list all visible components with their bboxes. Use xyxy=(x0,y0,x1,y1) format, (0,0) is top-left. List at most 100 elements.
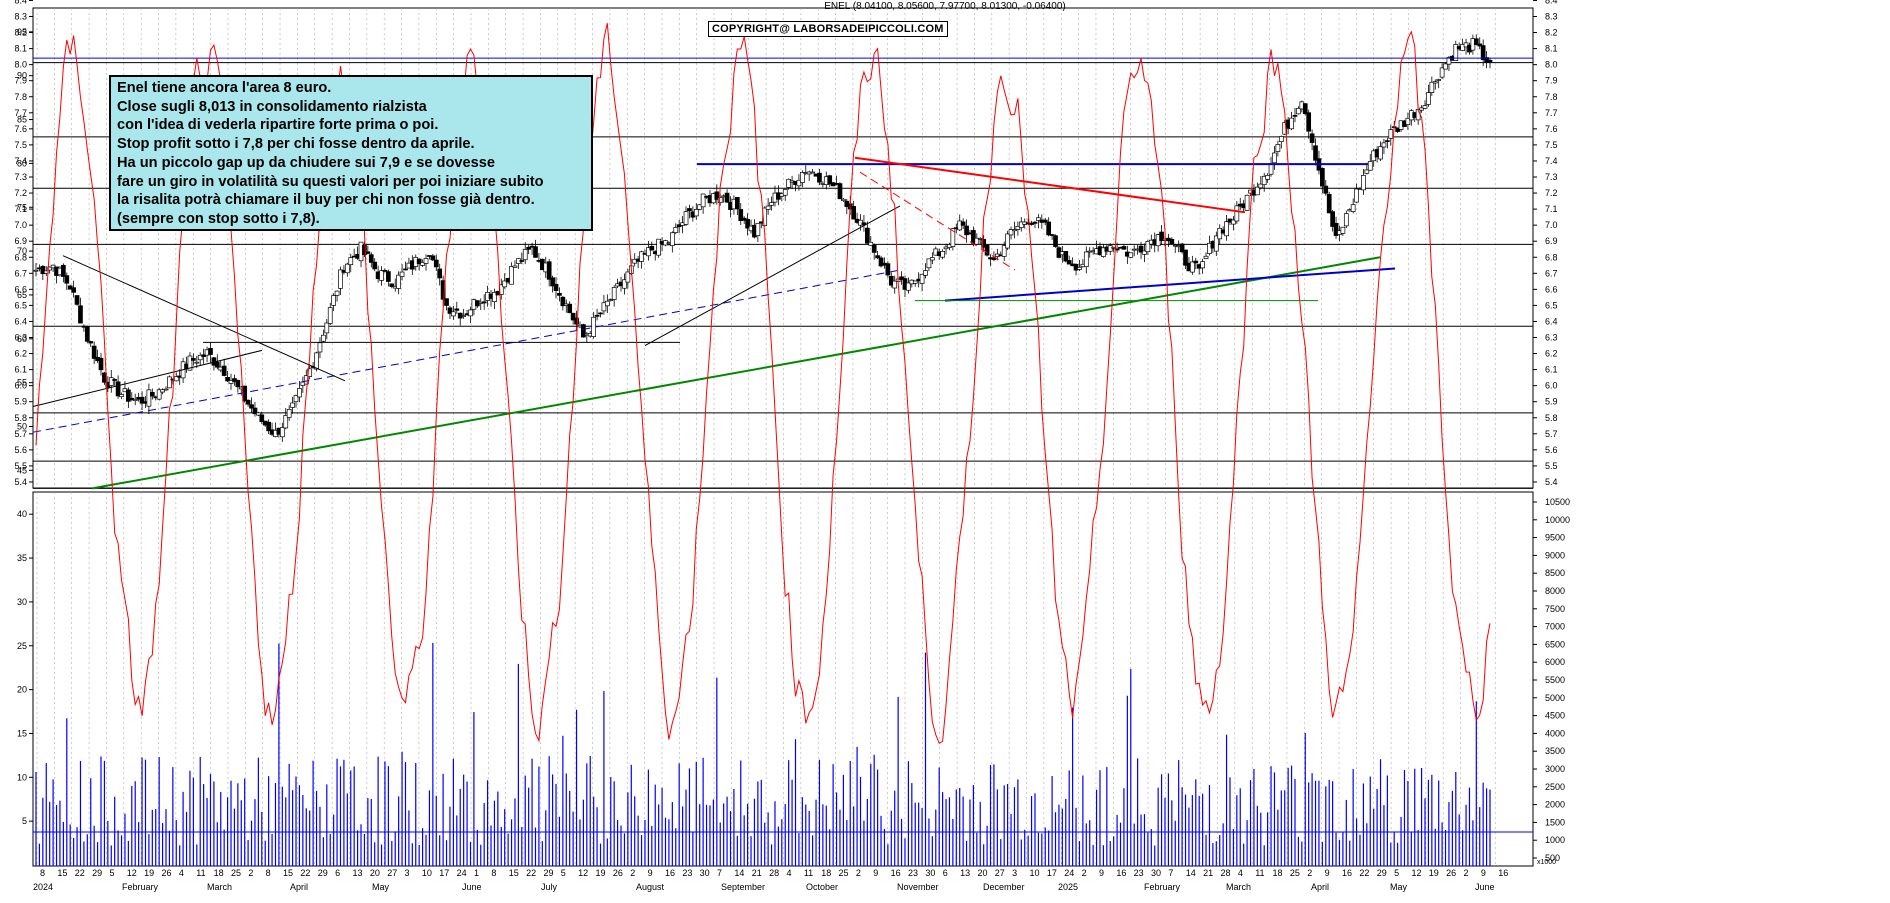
candle-body xyxy=(437,268,443,279)
y-tick-left: 6.2 xyxy=(14,349,27,359)
x-day-tick: 19 xyxy=(596,868,606,878)
candle-body xyxy=(765,205,771,210)
candle-body xyxy=(851,206,857,220)
candle-body xyxy=(1426,92,1431,105)
candle-body xyxy=(331,295,336,306)
x-day-tick: 13 xyxy=(960,868,970,878)
candle-body xyxy=(553,284,559,292)
candle-body xyxy=(423,258,429,264)
oscillator-tick: 65 xyxy=(17,290,27,300)
y-tick-right: 8.3 xyxy=(1545,12,1558,22)
volume-tick: 4500 xyxy=(1545,711,1565,721)
candle-body xyxy=(929,257,935,261)
x-month-label: December xyxy=(983,882,1025,892)
x-day-tick: 2 xyxy=(1082,868,1087,878)
candle-body xyxy=(194,361,200,364)
x-day-tick: 2 xyxy=(630,868,635,878)
oscillator-tick: 10 xyxy=(17,772,27,782)
candle-body xyxy=(1063,251,1069,262)
y-tick-left: 7.8 xyxy=(14,92,27,102)
candle-body xyxy=(1234,205,1240,222)
y-tick-right: 6.3 xyxy=(1545,333,1558,343)
candle-body xyxy=(1306,112,1312,132)
x-day-tick: 29 xyxy=(318,868,328,878)
candle-body xyxy=(321,334,326,342)
y-tick-right: 5.4 xyxy=(1545,477,1558,487)
x-day-tick: 5 xyxy=(109,868,114,878)
x-day-tick: 17 xyxy=(1047,868,1057,878)
candle-body xyxy=(399,271,405,277)
y-tick-right: 5.7 xyxy=(1545,429,1558,439)
candle-body xyxy=(64,275,70,284)
note-line: (sempre con stop sotto i 7,8). xyxy=(117,210,320,227)
candle-body xyxy=(1436,79,1442,81)
y-tick-right: 5.8 xyxy=(1545,413,1558,423)
candle-body xyxy=(1340,226,1346,234)
candle-body xyxy=(1169,238,1175,245)
y-tick-left: 7.2 xyxy=(14,188,27,198)
candle-body xyxy=(327,307,333,324)
candle-body xyxy=(960,221,966,226)
y-tick-right: 5.6 xyxy=(1545,445,1558,455)
volume-tick: 10500 xyxy=(1545,497,1570,507)
x-day-tick: 11 xyxy=(1255,868,1264,878)
x-day-tick: 12 xyxy=(127,868,137,878)
x-day-tick: 5 xyxy=(1394,868,1399,878)
y-tick-left: 8.1 xyxy=(14,44,27,54)
y-tick-right: 7.3 xyxy=(1545,172,1558,182)
candle-body xyxy=(368,254,374,263)
analysis-note: Enel tiene ancora l'area 8 euro. Close su… xyxy=(109,75,593,231)
x-day-tick: 25 xyxy=(1290,868,1300,878)
candle-body xyxy=(598,312,603,315)
x-day-tick: 25 xyxy=(839,868,849,878)
y-tick-right: 7.5 xyxy=(1545,140,1558,150)
x-day-tick: 9 xyxy=(648,868,653,878)
x-day-tick: 16 xyxy=(891,868,901,878)
x-day-tick: 1 xyxy=(474,868,479,878)
oscillator-tick: 75 xyxy=(17,202,27,212)
x-day-tick: 11 xyxy=(196,868,205,878)
x-day-tick: 19 xyxy=(144,868,154,878)
x-day-tick: 27 xyxy=(387,868,397,878)
candle-body xyxy=(208,348,213,355)
y-tick-left: 5.6 xyxy=(14,445,27,455)
oscillator-tick: 60 xyxy=(17,334,27,344)
candle-body xyxy=(454,308,460,311)
candle-body xyxy=(1385,140,1390,142)
volume-tick: 1500 xyxy=(1545,817,1565,827)
x-month-label: May xyxy=(372,882,390,892)
chart-stage: 8 15 22 29 5 12 19 26 4 11 18 25 2 8 15 22 29 6 13 20 27 3 10 1… xyxy=(0,0,1890,903)
candle-body xyxy=(214,361,220,368)
candle-body xyxy=(1422,105,1428,109)
candle-body xyxy=(611,287,617,300)
copyright-label: COPYRIGHT@ LABORSADEIPICCOLI.COM xyxy=(708,21,948,37)
y-tick-right: 7.4 xyxy=(1545,156,1558,166)
y-tick-right: 6.0 xyxy=(1545,381,1558,391)
oscillator-tick: 20 xyxy=(17,685,27,695)
note-line: Stop profit sotto i 7,8 per chi fosse de… xyxy=(117,136,475,153)
volume-tick: 7000 xyxy=(1545,622,1565,632)
y-tick-left: 7.5 xyxy=(14,140,27,150)
candle-body xyxy=(1121,246,1127,250)
x-month-label: November xyxy=(897,882,939,892)
x-month-label: September xyxy=(721,882,765,892)
candle-body xyxy=(1193,260,1199,264)
candle-body xyxy=(1313,145,1318,161)
candle-body xyxy=(1272,152,1277,164)
y-tick-left: 6.9 xyxy=(14,236,27,246)
x-day-tick: 4 xyxy=(1238,868,1243,878)
note-line: la risalita potrà chiamare il buy per ch… xyxy=(117,192,535,209)
candle-body xyxy=(1381,142,1387,148)
y-tick-left: 6.4 xyxy=(14,316,27,326)
candle-body xyxy=(1203,255,1209,259)
x-day-tick: 3 xyxy=(1012,868,1017,878)
candle-body xyxy=(683,211,689,225)
x-day-tick: 11 xyxy=(804,868,813,878)
candle-body xyxy=(297,388,302,398)
x-month-label: 2025 xyxy=(1058,882,1078,892)
volume-tick: 3000 xyxy=(1545,764,1565,774)
x-day-tick: 8 xyxy=(266,868,271,878)
candle-body xyxy=(403,268,408,271)
candle-body xyxy=(74,295,80,305)
candle-body xyxy=(1432,81,1438,84)
